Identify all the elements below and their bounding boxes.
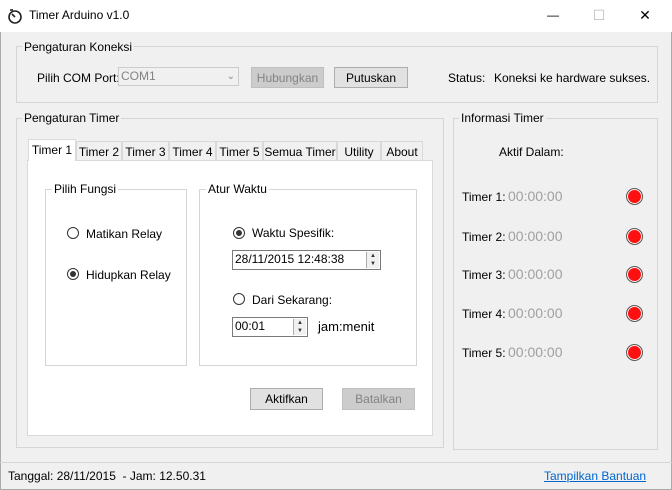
- timer-info-group: [453, 118, 658, 450]
- timer-info-group-title: Informasi Timer: [459, 111, 546, 125]
- radio-hidupkan-relay[interactable]: [67, 268, 79, 280]
- tab-timer-3[interactable]: Timer 3: [122, 141, 169, 161]
- status-label: Status:: [448, 71, 486, 85]
- timer-3-status-indicator: [626, 266, 643, 283]
- activate-button[interactable]: Aktifkan: [250, 388, 323, 410]
- active-in-label: Aktif Dalam:: [499, 145, 564, 159]
- timer-5-status-indicator: [626, 344, 643, 361]
- specific-datetime-picker[interactable]: 28/11/2015 12:48:38 ▲ ▼: [232, 250, 381, 270]
- timer-settings-group-title: Pengaturan Timer: [22, 111, 122, 125]
- timer-2-status-indicator: [626, 228, 643, 245]
- maximize-button[interactable]: ☐: [576, 0, 622, 30]
- status-datetime: Tanggal: 28/11/2015 - Jam: 12.50.31: [8, 469, 206, 483]
- timer-2-label: Timer 2:: [462, 230, 506, 244]
- com-port-select[interactable]: COM1 ⌄: [118, 67, 239, 86]
- spin-up-icon[interactable]: ▲: [367, 252, 379, 260]
- tab-about[interactable]: About: [381, 141, 423, 161]
- tab-semua-timer[interactable]: Semua Timer: [263, 141, 337, 161]
- specific-datetime-value: 28/11/2015 12:48:38: [235, 252, 345, 266]
- timer-4-label: Timer 4:: [462, 307, 506, 321]
- from-now-value: 00:01: [235, 319, 266, 333]
- timer-3-time: 00:00:00: [508, 266, 563, 282]
- chevron-down-icon: ⌄: [226, 71, 235, 82]
- app-window: Timer Arduino v1.0 — ☐ ✕ Pengaturan Kone…: [0, 0, 672, 490]
- help-link[interactable]: Tampilkan Bantuan: [544, 469, 646, 483]
- datetime-spinner[interactable]: ▲ ▼: [366, 252, 379, 268]
- cancel-button[interactable]: Batalkan: [342, 388, 415, 410]
- dari-sekarang-label: Dari Sekarang:: [252, 293, 333, 307]
- timer-1-status-indicator: [626, 188, 643, 205]
- disconnect-button[interactable]: Putuskan: [334, 67, 408, 88]
- timer-3-label: Timer 3:: [462, 268, 506, 282]
- spin-down-icon[interactable]: ▼: [367, 260, 379, 268]
- timer-5-time: 00:00:00: [508, 344, 563, 360]
- spin-up-icon[interactable]: ▲: [294, 319, 306, 327]
- status-value: Koneksi ke hardware sukses.: [494, 71, 651, 85]
- from-now-time-picker[interactable]: 00:01 ▲ ▼: [232, 317, 308, 337]
- spin-down-icon[interactable]: ▼: [294, 327, 306, 335]
- timer-4-time: 00:00:00: [508, 305, 563, 321]
- radio-waktu-spesifik[interactable]: [233, 227, 245, 239]
- from-now-spinner[interactable]: ▲ ▼: [293, 319, 306, 335]
- tab-timer-2[interactable]: Timer 2: [76, 141, 122, 161]
- timer-app-icon: [7, 8, 23, 24]
- status-bar-divider: [0, 462, 672, 463]
- connect-button[interactable]: Hubungkan: [251, 67, 324, 88]
- timer-4-status-indicator: [626, 305, 643, 322]
- time-group: [199, 189, 417, 366]
- waktu-spesifik-label: Waktu Spesifik:: [252, 226, 335, 240]
- tab-timer-4[interactable]: Timer 4: [169, 141, 216, 161]
- time-group-title: Atur Waktu: [206, 182, 269, 196]
- window-title: Timer Arduino v1.0: [29, 8, 130, 22]
- function-group-title: Pilih Fungsi: [52, 182, 119, 196]
- close-button[interactable]: ✕: [622, 0, 668, 30]
- com-port-value: COM1: [121, 69, 156, 83]
- minimize-button[interactable]: —: [530, 0, 576, 30]
- matikan-relay-label: Matikan Relay: [86, 227, 163, 241]
- radio-matikan-relay[interactable]: [67, 227, 79, 239]
- radio-dari-sekarang[interactable]: [233, 293, 245, 305]
- timer-5-label: Timer 5:: [462, 346, 506, 360]
- tab-utility[interactable]: Utility: [337, 141, 381, 161]
- timer-2-time: 00:00:00: [508, 228, 563, 244]
- tab-timer-1[interactable]: Timer 1: [28, 139, 76, 161]
- timer-1-time: 00:00:00: [508, 188, 563, 204]
- com-port-label: Pilih COM Port:: [37, 71, 120, 85]
- connection-group-title: Pengaturan Koneksi: [22, 40, 135, 54]
- time-unit-label: jam:menit: [318, 319, 375, 334]
- hidupkan-relay-label: Hidupkan Relay: [86, 268, 171, 282]
- timer-1-label: Timer 1:: [462, 190, 506, 204]
- title-bar: Timer Arduino v1.0 — ☐ ✕: [0, 0, 672, 32]
- tab-timer-5[interactable]: Timer 5: [216, 141, 263, 161]
